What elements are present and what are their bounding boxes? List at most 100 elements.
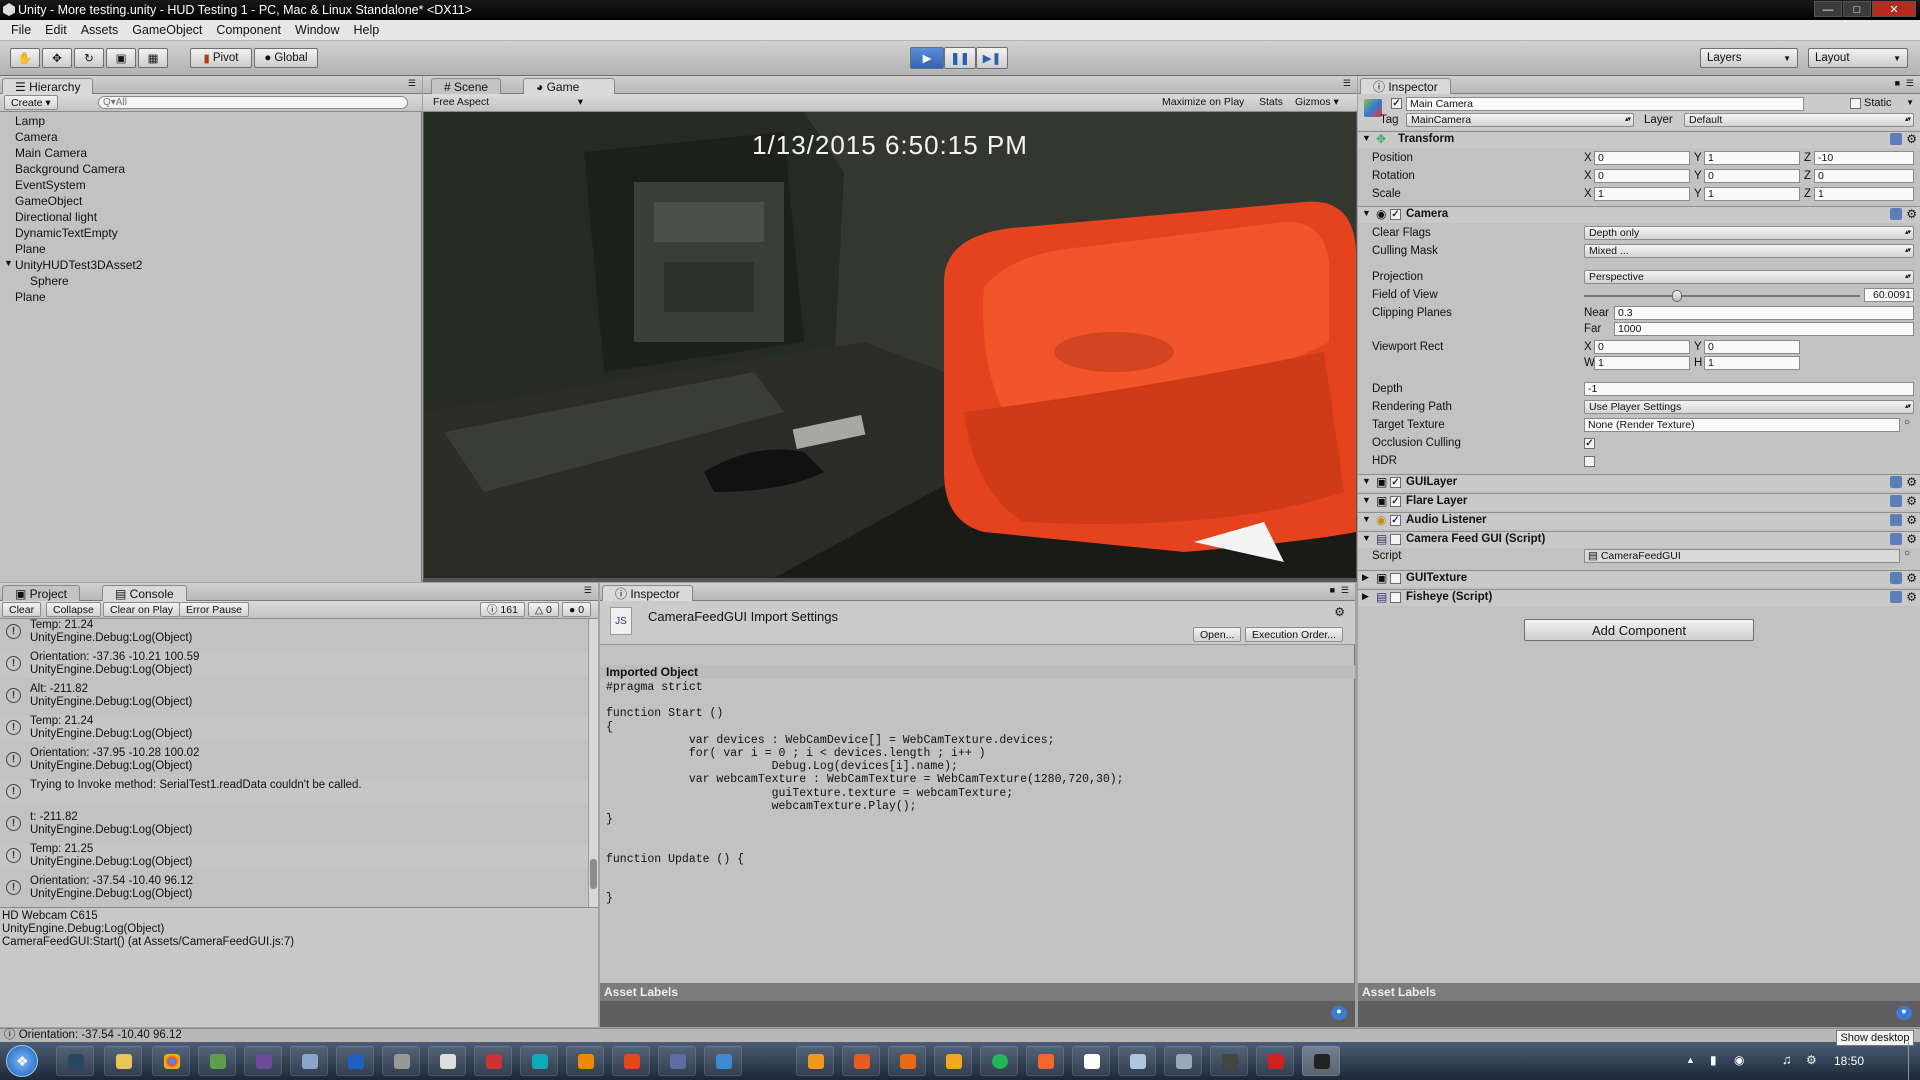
taskbar-app-icon[interactable] bbox=[474, 1046, 512, 1076]
gear-icon[interactable]: ⚙ bbox=[1906, 207, 1917, 221]
console-scrollbar[interactable] bbox=[588, 619, 598, 907]
collapse-arrow-icon[interactable]: ▼ bbox=[1362, 133, 1371, 143]
help-icon[interactable] bbox=[1890, 495, 1902, 507]
error-pause-toggle[interactable]: Error Pause bbox=[179, 602, 250, 617]
gear-icon[interactable]: ⚙ bbox=[1906, 590, 1917, 604]
console-row[interactable]: ! Temp: 21.24 UnityEngine.Debug:Log(Object… bbox=[0, 715, 588, 741]
taskbar-app-icon[interactable] bbox=[1256, 1046, 1294, 1076]
audio-listener-enabled-checkbox[interactable]: ✓ bbox=[1390, 515, 1401, 526]
static-checkbox[interactable] bbox=[1850, 98, 1861, 109]
collapse-arrow-icon[interactable]: ▼ bbox=[1362, 208, 1371, 218]
menu-window[interactable]: Window bbox=[288, 23, 346, 37]
script-field[interactable]: ▤ CameraFeedGUI bbox=[1584, 549, 1900, 563]
position-z-field[interactable]: -10 bbox=[1814, 151, 1914, 165]
pause-button[interactable]: ❚❚ bbox=[944, 47, 976, 69]
gear-icon[interactable]: ⚙ bbox=[1906, 513, 1917, 527]
viewport-x-field[interactable]: 0 bbox=[1594, 340, 1690, 354]
culling-mask-dropdown[interactable]: Mixed ... bbox=[1584, 244, 1914, 258]
far-field[interactable]: 1000 bbox=[1614, 322, 1914, 336]
gear-icon[interactable]: ⚙ bbox=[1906, 475, 1917, 489]
taskbar-vlc-icon[interactable] bbox=[566, 1046, 604, 1076]
tag-icon[interactable]: ● bbox=[1896, 1006, 1912, 1020]
taskbar-chrome-icon[interactable] bbox=[152, 1046, 190, 1076]
show-desktop-button[interactable] bbox=[1908, 1042, 1920, 1080]
add-component-button[interactable]: Add Component bbox=[1524, 619, 1754, 641]
console-row[interactable]: ! Alt: -211.82 UnityEngine.Debug:Log(Objec… bbox=[0, 683, 588, 709]
taskbar-app-icon[interactable] bbox=[1118, 1046, 1156, 1076]
hierarchy-search-input[interactable] bbox=[98, 96, 408, 109]
hierarchy-item[interactable]: Background Camera bbox=[15, 162, 125, 176]
tab-game[interactable]: ◕ Game bbox=[523, 78, 615, 94]
help-icon[interactable] bbox=[1890, 208, 1902, 220]
camera-enabled-checkbox[interactable]: ✓ bbox=[1390, 209, 1401, 220]
guilayer-enabled-checkbox[interactable]: ✓ bbox=[1390, 477, 1401, 488]
taskbar-app-icon[interactable] bbox=[428, 1046, 466, 1076]
rotation-x-field[interactable]: 0 bbox=[1594, 169, 1690, 183]
expand-arrow-icon[interactable]: ▶ bbox=[1362, 572, 1369, 583]
hierarchy-item[interactable]: GameObject bbox=[15, 194, 82, 208]
taskbar-app-icon[interactable] bbox=[658, 1046, 696, 1076]
tray-volume-icon[interactable]: ♫ bbox=[1782, 1052, 1792, 1067]
gear-icon[interactable]: ⚙ bbox=[1906, 132, 1917, 146]
audio-listener-component-header[interactable]: ▼ ◉ ✓ Audio Listener ⚙ bbox=[1358, 512, 1920, 529]
taskbar-app-icon[interactable] bbox=[382, 1046, 420, 1076]
flare-layer-enabled-checkbox[interactable]: ✓ bbox=[1390, 496, 1401, 507]
console-row[interactable]: ! Orientation: -37.36 -10.21 100.59 UnityE… bbox=[0, 651, 588, 677]
taskbar-app-icon[interactable] bbox=[796, 1046, 834, 1076]
object-picker-icon[interactable]: ○ bbox=[1904, 417, 1910, 428]
play-button[interactable]: ▶ bbox=[910, 47, 944, 69]
console-row[interactable]: ! Temp: 21.25 UnityEngine.Debug:Log(Object… bbox=[0, 843, 588, 869]
console-row[interactable]: ! t: -211.82 UnityEngine.Debug:Log(Object) bbox=[0, 811, 588, 837]
move-tool-button[interactable]: ✥ bbox=[42, 48, 72, 68]
help-icon[interactable] bbox=[1890, 476, 1902, 488]
object-picker-icon[interactable]: ○ bbox=[1904, 548, 1910, 559]
tray-app-icon[interactable]: ⚙ bbox=[1806, 1053, 1817, 1067]
camera-feed-gui-enabled-checkbox[interactable] bbox=[1390, 534, 1401, 545]
menu-file[interactable]: File bbox=[4, 23, 38, 37]
hierarchy-item[interactable]: Directional light bbox=[15, 210, 97, 224]
help-icon[interactable] bbox=[1890, 572, 1902, 584]
tab-import-inspector[interactable]: ⓘ Inspector bbox=[602, 585, 693, 601]
fov-slider-thumb[interactable] bbox=[1671, 290, 1682, 302]
taskbar-steam-icon[interactable] bbox=[56, 1046, 94, 1076]
create-dropdown[interactable]: Create ▾ bbox=[4, 95, 58, 110]
tray-arrow-icon[interactable]: ▲ bbox=[1686, 1055, 1695, 1065]
step-button[interactable]: ▶❚ bbox=[976, 47, 1008, 69]
panel-menu-icon[interactable]: ☰ bbox=[1341, 585, 1349, 596]
taskbar-app-icon[interactable] bbox=[1164, 1046, 1202, 1076]
menu-edit[interactable]: Edit bbox=[38, 23, 74, 37]
transform-component-header[interactable]: ▼ ✥ Transform ⚙ bbox=[1358, 131, 1920, 148]
log-count-toggle[interactable]: ⓘ 161 bbox=[480, 602, 525, 617]
gizmos-dropdown[interactable]: Gizmos ▾ bbox=[1289, 95, 1345, 110]
taskbar-app-icon[interactable] bbox=[1210, 1046, 1248, 1076]
panel-menu-icon[interactable]: ☰ bbox=[1906, 78, 1914, 89]
hierarchy-item[interactable]: Sphere bbox=[30, 274, 69, 288]
near-field[interactable]: 0.3 bbox=[1614, 306, 1914, 320]
taskbar-app-icon[interactable] bbox=[244, 1046, 282, 1076]
aspect-dropdown[interactable]: Free Aspect ▾ bbox=[427, 95, 587, 110]
hierarchy-item[interactable]: EventSystem bbox=[15, 178, 86, 192]
console-row[interactable]: ! Orientation: -37.54 -10.40 96.12 UnityEn… bbox=[0, 875, 588, 901]
close-button[interactable]: ✕ bbox=[1872, 1, 1916, 17]
target-texture-field[interactable]: None (Render Texture) bbox=[1584, 418, 1900, 432]
taskbar-clock[interactable]: 18:50 bbox=[1834, 1054, 1864, 1068]
camera-feed-gui-component-header[interactable]: ▼ ▤ Camera Feed GUI (Script) ⚙ bbox=[1358, 531, 1920, 548]
expand-arrow-icon[interactable]: ▼ bbox=[4, 258, 13, 268]
tray-network-icon[interactable]: ▮ bbox=[1710, 1053, 1717, 1067]
collapse-arrow-icon[interactable]: ▼ bbox=[1362, 495, 1371, 505]
depth-field[interactable]: -1 bbox=[1584, 382, 1914, 396]
execution-order-button[interactable]: Execution Order... bbox=[1245, 627, 1344, 642]
help-icon[interactable] bbox=[1890, 133, 1902, 145]
hdr-checkbox[interactable] bbox=[1584, 456, 1595, 467]
start-button[interactable]: ❖ bbox=[6, 1045, 38, 1077]
hierarchy-item[interactable]: UnityHUDTest3DAsset2 bbox=[15, 258, 142, 272]
fisheye-enabled-checkbox[interactable] bbox=[1390, 592, 1401, 603]
taskbar-app-icon[interactable] bbox=[290, 1046, 328, 1076]
error-count-toggle[interactable]: ● 0 bbox=[562, 602, 592, 617]
viewport-h-field[interactable]: 1 bbox=[1704, 356, 1800, 370]
taskbar-spotify-icon[interactable] bbox=[980, 1046, 1018, 1076]
position-x-field[interactable]: 0 bbox=[1594, 151, 1690, 165]
object-name-field[interactable]: Main Camera bbox=[1406, 97, 1804, 111]
collapse-button[interactable]: Collapse bbox=[46, 602, 101, 617]
expand-arrow-icon[interactable]: ▶ bbox=[1362, 591, 1369, 602]
